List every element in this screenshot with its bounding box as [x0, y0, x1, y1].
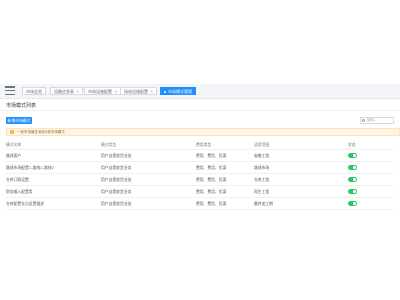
tab-0[interactable]: 市场总览: [22, 87, 46, 95]
status-toggle[interactable]: [348, 165, 357, 170]
cell-name: 路线市场配置1-路线1-路线2: [6, 164, 54, 170]
table-header: 模式名称 模式类型 费用类型 适用范围 状态: [6, 140, 394, 150]
tab-1[interactable]: 设备信息表 ×: [50, 87, 84, 95]
status-toggle[interactable]: [348, 201, 357, 206]
menu-icon[interactable]: [5, 86, 15, 95]
cell-scope: 最终加工期: [254, 200, 273, 206]
cell-fee: 费用、费用、优惠: [196, 200, 227, 206]
status-cell: [348, 174, 357, 185]
close-icon[interactable]: ×: [114, 89, 117, 94]
table-row[interactable]: 仓库订购设置 用户自提收货业务 费用、费用、优惠 仓库工程: [6, 174, 394, 186]
tab-4-active[interactable]: 市场模式管理: [160, 87, 196, 95]
status-cell: [348, 162, 357, 173]
cell-name: 财务输入配置类: [6, 188, 33, 194]
cell-scope: 再生工程: [254, 188, 270, 194]
close-icon[interactable]: ×: [76, 89, 79, 94]
search-icon: [362, 119, 365, 122]
cell-name: 仓库配置仓点设置描述: [6, 200, 44, 206]
tab-2[interactable]: 市场设施配置 ×: [84, 87, 122, 95]
cell-fee: 费用、费用、优惠: [196, 164, 227, 170]
divider: [0, 110, 400, 111]
table-row[interactable]: 仓库配置仓点设置描述 用户自提收货业务 费用、费用、优惠 最终加工期: [6, 198, 394, 210]
tab-label: 场站设施配置: [124, 89, 148, 94]
cell-name: 仓库订购设置: [6, 176, 29, 182]
cell-scope: 省略工程: [254, 152, 270, 158]
active-dot-icon: [164, 91, 166, 93]
table-row[interactable]: 路线客户 用户自提收货业务 费用、费用、优惠 省略工程: [6, 150, 394, 162]
header-fee: 费用类型: [196, 141, 212, 147]
header-type: 模式类型: [101, 141, 117, 147]
cell-scope: 路线市场: [254, 164, 270, 170]
header-name: 模式名称: [6, 141, 22, 147]
cell-type: 用户自提收货业务: [101, 176, 132, 182]
tab-label: 市场设施配置: [88, 89, 112, 94]
add-mode-button[interactable]: 新增市场模式: [6, 117, 32, 124]
mode-table: 模式名称 模式类型 费用类型 适用范围 状态 路线客户 用户自提收货业务 费用、…: [6, 140, 394, 210]
page-title: 市场模式列表: [6, 103, 37, 109]
tab-bar: 市场总览 设备信息表 × 市场设施配置 × 场站设施配置 × 市场模式管理: [0, 84, 400, 99]
blank-header-area: [0, 0, 400, 84]
status-toggle[interactable]: [348, 189, 357, 194]
tab-3[interactable]: 场站设施配置 ×: [120, 87, 158, 95]
tab-label: 市场模式管理: [168, 89, 192, 94]
warning-icon: !: [10, 130, 14, 134]
cell-fee: 费用、费用、优惠: [196, 176, 227, 182]
tab-label: 设备信息表: [54, 89, 74, 94]
status-toggle[interactable]: [348, 153, 357, 158]
cell-type: 用户自提收货业务: [101, 164, 132, 170]
cell-type: 用户自提收货业务: [101, 188, 132, 194]
status-toggle[interactable]: [348, 177, 357, 182]
status-cell: [348, 186, 357, 197]
table-row[interactable]: 路线市场配置1-路线1-路线2 用户自提收货业务 费用、费用、优惠 路线市场: [6, 162, 394, 174]
tab-label: 市场总览: [26, 89, 42, 94]
cell-fee: 费用、费用、优惠: [196, 188, 227, 194]
search-placeholder: 搜索…: [367, 118, 378, 122]
status-cell: [348, 150, 357, 161]
table-row[interactable]: 财务输入配置类 用户自提收货业务 费用、费用、优惠 再生工程: [6, 186, 394, 198]
status-cell: [348, 198, 357, 209]
header-scope: 适用范围: [254, 141, 270, 147]
cell-scope: 仓库工程: [254, 176, 270, 182]
cell-type: 用户自提收货业务: [101, 152, 132, 158]
search-input[interactable]: 搜索…: [360, 117, 394, 124]
cell-name: 路线客户: [6, 152, 22, 158]
cell-fee: 费用、费用、优惠: [196, 152, 227, 158]
close-icon[interactable]: ×: [150, 89, 153, 94]
cell-type: 用户自提收货业务: [101, 200, 132, 206]
notice-text: 一家市场最多添加5种市场模式: [17, 130, 65, 134]
header-status: 状态: [348, 141, 356, 147]
notice-banner: ! 一家市场最多添加5种市场模式: [6, 128, 400, 136]
